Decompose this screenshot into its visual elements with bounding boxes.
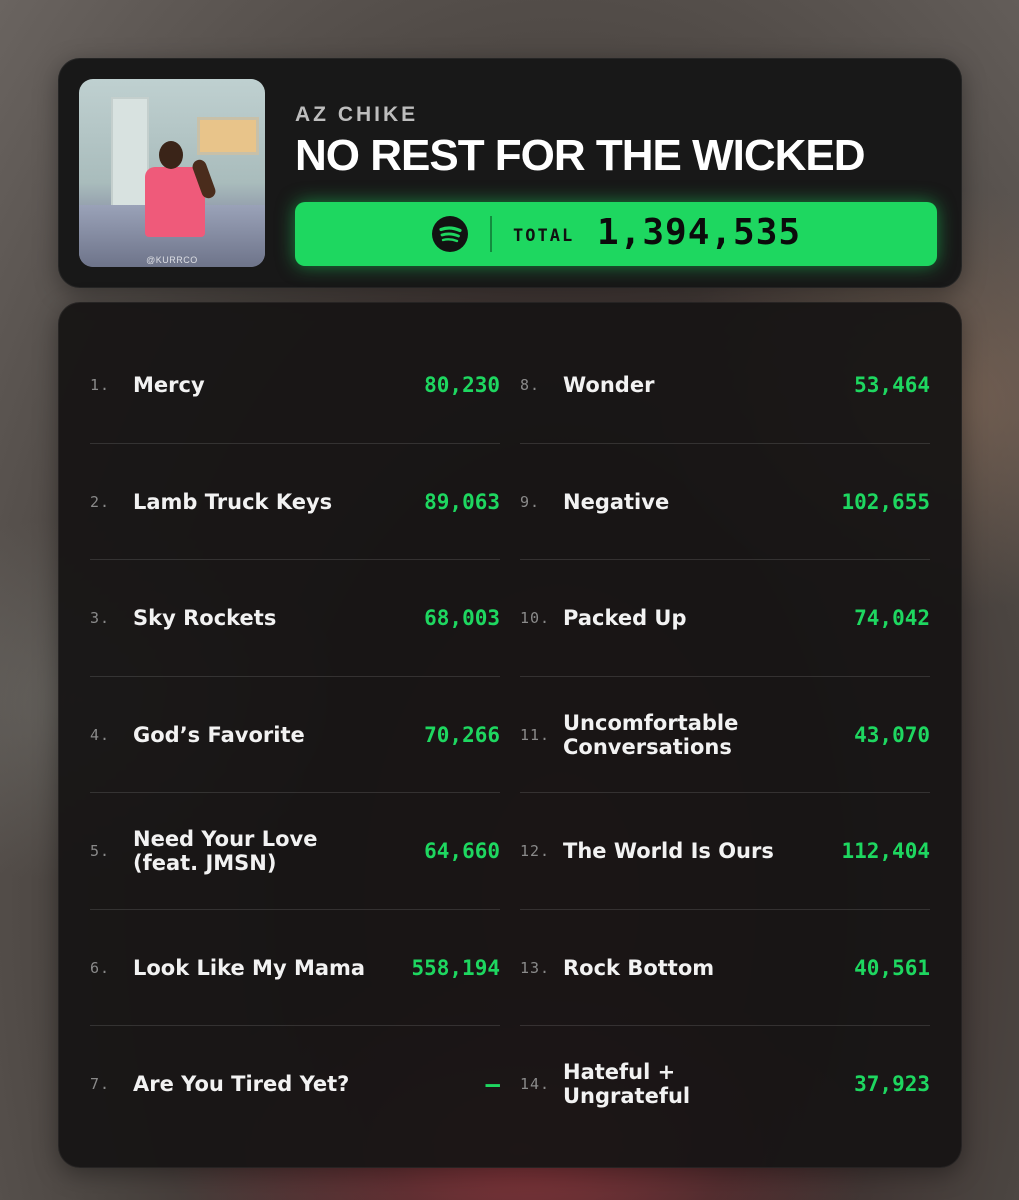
track-title: Rock Bottom (563, 955, 715, 980)
track-row: 3. Sky Rockets 68,003 (90, 560, 500, 677)
track-streams: — (485, 1070, 500, 1099)
artist-name: AZ CHIKE (295, 103, 419, 126)
total-label: TOTAL (513, 226, 575, 246)
track-title: God’s Favorite (133, 722, 305, 747)
track-title: Negative (563, 489, 670, 514)
track-streams: 70,266 (424, 722, 500, 747)
cover-credit: @KURRCO (146, 255, 198, 265)
track-row: 9. Negative 102,655 (520, 444, 930, 561)
track-number: 12. (520, 842, 551, 861)
track-row: 13. Rock Bottom 40,561 (520, 910, 930, 1027)
track-streams: 80,230 (424, 373, 500, 398)
track-title: Mercy (133, 373, 205, 398)
track-title: Need Your Love (feat. JMSN) (133, 827, 318, 876)
track-row: 5. Need Your Love (feat. JMSN) 64,660 (90, 793, 500, 910)
track-row: 4. God’s Favorite 70,266 (90, 677, 500, 794)
track-title: Wonder (563, 373, 655, 398)
track-number: 13. (520, 958, 551, 977)
track-title: Are You Tired Yet? (133, 1072, 350, 1097)
track-title: Hateful + Ungrateful (563, 1060, 691, 1109)
album-title: NO REST FOR THE WICKED (295, 131, 866, 180)
spotify-icon (432, 216, 468, 252)
total-streams-bar: TOTAL 1,394,535 (295, 202, 937, 266)
track-streams: 43,070 (854, 722, 930, 747)
track-streams: 89,063 (424, 489, 500, 514)
track-number: 9. (520, 492, 541, 511)
bar-divider (490, 216, 492, 252)
track-number: 14. (520, 1075, 551, 1094)
track-number: 11. (520, 725, 551, 744)
track-row: 8. Wonder 53,464 (520, 327, 930, 444)
track-streams: 102,655 (841, 489, 930, 514)
track-number: 2. (90, 492, 111, 511)
track-row: 14. Hateful + Ungrateful 37,923 (520, 1026, 930, 1143)
track-number: 7. (90, 1075, 111, 1094)
tracklist-card: 1. Mercy 80,230 2. Lamb Truck Keys 89,06… (58, 302, 962, 1168)
track-streams: 40,561 (854, 955, 930, 980)
track-streams: 74,042 (854, 606, 930, 631)
track-streams: 112,404 (841, 839, 930, 864)
track-number: 1. (90, 376, 111, 395)
track-row: 11. Uncomfortable Conversations 43,070 (520, 677, 930, 794)
tracklist-left: 1. Mercy 80,230 2. Lamb Truck Keys 89,06… (90, 327, 500, 1143)
track-row: 6. Look Like My Mama 558,194 (90, 910, 500, 1027)
total-value: 1,394,535 (597, 212, 802, 253)
track-row: 2. Lamb Truck Keys 89,063 (90, 444, 500, 561)
track-row: 1. Mercy 80,230 (90, 327, 500, 444)
album-cover: @KURRCO (79, 79, 265, 267)
track-number: 10. (520, 609, 551, 628)
track-number: 3. (90, 609, 111, 628)
track-title: Lamb Truck Keys (133, 489, 333, 514)
track-title: Look Like My Mama (133, 955, 366, 980)
track-number: 4. (90, 725, 111, 744)
track-streams: 68,003 (424, 606, 500, 631)
album-header-card: @KURRCO AZ CHIKE NO REST FOR THE WICKED … (58, 58, 962, 288)
tracklist-right: 8. Wonder 53,464 9. Negative 102,655 10.… (520, 327, 930, 1143)
track-number: 8. (520, 376, 541, 395)
track-streams: 37,923 (854, 1072, 930, 1097)
track-streams: 558,194 (411, 955, 500, 980)
track-streams: 53,464 (854, 373, 930, 398)
track-streams: 64,660 (424, 839, 500, 864)
track-title: Packed Up (563, 606, 687, 631)
track-row: 10. Packed Up 74,042 (520, 560, 930, 677)
track-title: Uncomfortable Conversations (563, 710, 739, 759)
track-row: 12. The World Is Ours 112,404 (520, 793, 930, 910)
track-number: 5. (90, 842, 111, 861)
track-title: The World Is Ours (563, 839, 774, 864)
track-number: 6. (90, 958, 111, 977)
track-title: Sky Rockets (133, 606, 277, 631)
track-row: 7. Are You Tired Yet? — (90, 1026, 500, 1143)
